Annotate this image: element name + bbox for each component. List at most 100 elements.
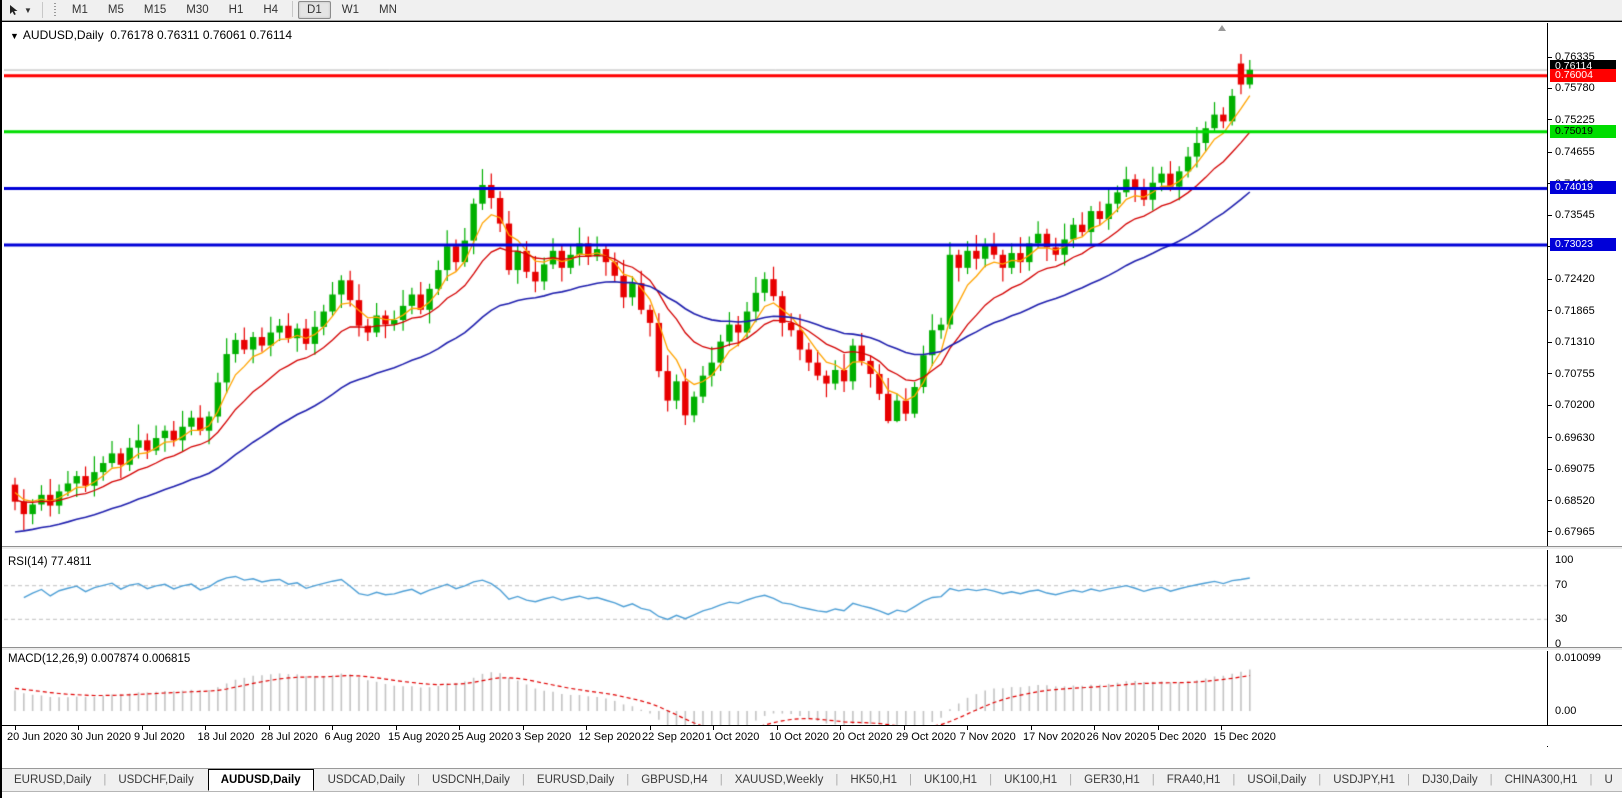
chart-tab-uk100-h1[interactable]: UK100,H1	[912, 770, 989, 790]
chart-pointer-tool[interactable]: ▼	[2, 0, 38, 20]
date-label: 28 Jul 2020	[261, 731, 318, 743]
date-tick	[1158, 726, 1159, 730]
timeframe-button-m1[interactable]: M1	[63, 1, 97, 19]
date-tick	[78, 726, 79, 730]
price-tick-label: 0.70755	[1555, 368, 1595, 380]
price-tag: 0.75019	[1550, 125, 1616, 138]
chart-canvas[interactable]	[4, 23, 1547, 747]
rsi-axis-label: 100	[1555, 554, 1573, 566]
date-tick	[586, 726, 587, 730]
cursor-icon	[8, 4, 21, 17]
panel-splitter[interactable]	[2, 647, 1622, 651]
date-tick	[1094, 726, 1095, 730]
date-tick	[205, 726, 206, 730]
price-tick-label: 0.67965	[1555, 526, 1595, 538]
chart-tab-u[interactable]: U	[1593, 770, 1622, 790]
timeframe-button-w1[interactable]: W1	[333, 1, 368, 19]
price-tick-dash	[1548, 469, 1552, 470]
chart-tab-gbpusd-h4[interactable]: GBPUSD,H4	[629, 770, 719, 790]
timeframe-button-d1[interactable]: D1	[298, 1, 331, 19]
timeframe-button-m30[interactable]: M30	[177, 1, 217, 19]
date-label: 20 Jun 2020	[7, 731, 68, 743]
date-label: 25 Aug 2020	[452, 731, 514, 743]
chart-tab-eurusd-daily[interactable]: EURUSD,Daily	[2, 770, 103, 790]
date-tick	[904, 726, 905, 730]
date-label: 20 Oct 2020	[833, 731, 893, 743]
timeframe-button-h4[interactable]: H4	[254, 1, 287, 19]
panel-splitter[interactable]	[2, 546, 1622, 550]
date-tick	[332, 726, 333, 730]
price-tick-label: 0.69075	[1555, 463, 1595, 475]
date-axis[interactable]: 20 Jun 202030 Jun 20209 Jul 202018 Jul 2…	[2, 725, 1622, 746]
date-tick	[1031, 726, 1032, 730]
chart-tab-usdjpy-h1[interactable]: USDJPY,H1	[1321, 770, 1407, 790]
toolbar-separator	[292, 1, 293, 17]
date-label: 9 Jul 2020	[134, 731, 185, 743]
rsi-label: RSI(14) 77.4811	[8, 556, 92, 568]
price-tick-label: 0.72420	[1555, 273, 1595, 285]
timeframe-button-m15[interactable]: M15	[135, 1, 175, 19]
timeframe-button-h1[interactable]: H1	[220, 1, 253, 19]
chart-title: ▼AUDUSD,Daily 0.76178 0.76311 0.76061 0.…	[10, 28, 292, 42]
chart-tab-usdchf-daily[interactable]: USDCHF,Daily	[106, 770, 205, 790]
date-tick	[523, 726, 524, 730]
chart-window: ▼AUDUSD,Daily 0.76178 0.76311 0.76061 0.…	[2, 21, 1622, 768]
chart-tab-dj30-daily[interactable]: DJ30,Daily	[1410, 770, 1490, 790]
toolbar-grip[interactable]	[53, 3, 58, 18]
date-label: 17 Nov 2020	[1023, 731, 1085, 743]
date-tick	[459, 726, 460, 730]
chart-tab-usoil-daily[interactable]: USOil,Daily	[1235, 770, 1318, 790]
date-tick	[967, 726, 968, 730]
chart-tab-uk100-h1[interactable]: UK100,H1	[992, 770, 1069, 790]
price-tick-dash	[1548, 215, 1552, 216]
timeframe-button-m5[interactable]: M5	[99, 1, 133, 19]
chevron-down-icon: ▼	[24, 6, 32, 15]
date-label: 15 Aug 2020	[388, 731, 450, 743]
price-tick-label: 0.71865	[1555, 305, 1595, 317]
toolbar-separator	[42, 2, 43, 18]
price-tick-dash	[1548, 57, 1552, 58]
price-tick-label: 0.74655	[1555, 146, 1595, 158]
chart-tab-audusd-daily[interactable]: AUDUSD,Daily	[208, 769, 314, 791]
chart-tab-usdcnh-daily[interactable]: USDCNH,Daily	[420, 770, 522, 790]
date-tick	[777, 726, 778, 730]
chart-tab-china300-h1[interactable]: CHINA300,H1	[1493, 770, 1590, 790]
timeframe-button-mn[interactable]: MN	[370, 1, 406, 19]
price-tick-label: 0.69630	[1555, 432, 1595, 444]
date-label: 5 Dec 2020	[1150, 731, 1206, 743]
price-tick-label: 0.73545	[1555, 209, 1595, 221]
timeframe-toolbar: ▼ M1M5M15M30H1H4 D1W1MN	[2, 0, 1622, 21]
date-tick	[840, 726, 841, 730]
chart-tab-xauusd-weekly[interactable]: XAUUSD,Weekly	[723, 770, 836, 790]
date-label: 30 Jun 2020	[71, 731, 132, 743]
macd-axis-label: 0.00	[1555, 705, 1576, 717]
chart-tab-ger30-h1[interactable]: GER30,H1	[1072, 770, 1152, 790]
price-tick-label: 0.75780	[1555, 82, 1595, 94]
date-tick	[15, 726, 16, 730]
mt4-window: ▼ M1M5M15M30H1H4 D1W1MN ▼AUDUSD,Daily 0.7…	[0, 0, 1622, 798]
date-label: 1 Oct 2020	[706, 731, 760, 743]
price-tick-dash	[1548, 437, 1552, 438]
date-label: 10 Oct 2020	[769, 731, 829, 743]
price-tag: 0.73023	[1550, 238, 1616, 251]
price-tick-dash	[1548, 152, 1552, 153]
chart-tab-usdcad-daily[interactable]: USDCAD,Daily	[316, 770, 417, 790]
date-tick	[713, 726, 714, 730]
rsi-axis-label: 70	[1555, 579, 1567, 591]
date-label: 29 Oct 2020	[896, 731, 956, 743]
chart-tab-fra40-h1[interactable]: FRA40,H1	[1155, 770, 1233, 790]
chart-tab-eurusd-daily[interactable]: EURUSD,Daily	[525, 770, 626, 790]
date-label: 3 Sep 2020	[515, 731, 571, 743]
price-tick-dash	[1548, 373, 1552, 374]
date-label: 22 Sep 2020	[642, 731, 704, 743]
price-tick-dash	[1548, 500, 1552, 501]
price-tick-label: 0.71310	[1555, 336, 1595, 348]
price-tick-dash	[1548, 342, 1552, 343]
chart-shift-marker[interactable]	[1218, 25, 1226, 31]
macd-label: MACD(12,26,9) 0.007874 0.006815	[8, 653, 190, 665]
price-axis[interactable]: 0.763350.757800.752250.746550.741000.735…	[1547, 23, 1622, 747]
symbol-timeframe: AUDUSD,Daily	[23, 28, 104, 42]
price-tick-dash	[1548, 310, 1552, 311]
chart-tab-hk50-h1[interactable]: HK50,H1	[838, 770, 909, 790]
date-label: 26 Nov 2020	[1087, 731, 1149, 743]
